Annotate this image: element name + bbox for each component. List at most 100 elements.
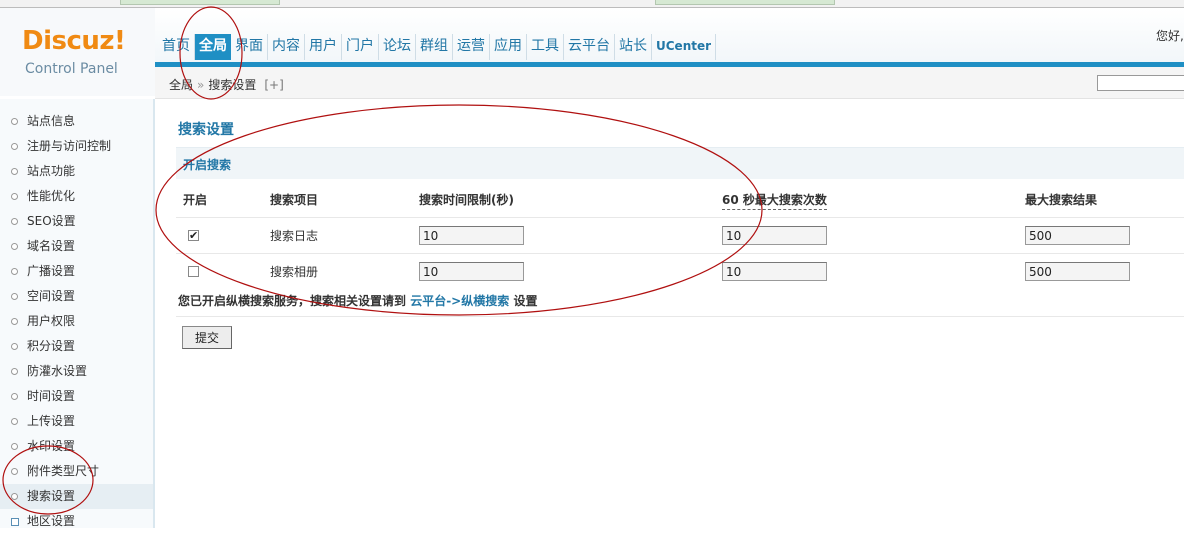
max-results-input[interactable] (1025, 226, 1130, 245)
column-header-time-limit: 搜索时间限制(秒) (419, 193, 514, 207)
sidebar-item-seo[interactable]: SEO设置 (0, 209, 153, 234)
row-divider (176, 253, 1184, 254)
bullet-icon (11, 318, 18, 325)
sidebar-item-watermark[interactable]: 水印设置 (0, 434, 153, 459)
time-limit-input[interactable] (419, 226, 524, 245)
max-results-input[interactable] (1025, 262, 1130, 281)
max-count-input[interactable] (722, 262, 827, 281)
nav-global[interactable]: 全局 (195, 34, 231, 60)
logo-brand: Discuz! (22, 26, 126, 56)
sidebar-item-label: 站点功能 (27, 164, 76, 178)
notice-suffix: 设置 (513, 294, 538, 308)
row-divider (176, 316, 1184, 317)
sidebar-item-label: 积分设置 (27, 339, 76, 353)
sidebar-item-time[interactable]: 时间设置 (0, 384, 153, 409)
sidebar-item-search[interactable]: 搜索设置 (0, 484, 153, 509)
browser-tab[interactable] (655, 0, 835, 5)
sidebar-item-domain[interactable]: 域名设置 (0, 234, 153, 259)
bullet-icon (11, 293, 18, 300)
nav-ucenter[interactable]: UCenter (652, 34, 717, 60)
sidebar-item-permissions[interactable]: 用户权限 (0, 309, 153, 334)
row-enabled-checkbox[interactable]: ✔ (188, 230, 199, 241)
nav-forum[interactable]: 论坛 (379, 34, 416, 60)
sidebar-item-space[interactable]: 空间设置 (0, 284, 153, 309)
time-limit-input[interactable] (419, 262, 524, 281)
nav-users[interactable]: 用户 (305, 34, 342, 60)
bullet-icon (11, 268, 18, 275)
sidebar-item-label: 用户权限 (27, 314, 76, 328)
column-header-max-results: 最大搜索结果 (1025, 193, 1098, 207)
nav-cloud[interactable]: 云平台 (564, 34, 615, 60)
nav-content[interactable]: 内容 (268, 34, 305, 60)
bullet-icon (11, 468, 18, 475)
sidebar-item-label: 防灌水设置 (27, 364, 88, 378)
nav-operations[interactable]: 运营 (453, 34, 490, 60)
browser-tab-strip (0, 0, 1184, 8)
nav-home[interactable]: 首页 (158, 34, 195, 60)
external-link-icon (11, 518, 19, 526)
page-title: 搜索设置 (178, 122, 234, 138)
column-header-item: 搜索项目 (270, 193, 319, 207)
bullet-icon (11, 368, 18, 375)
sidebar-item-credits[interactable]: 积分设置 (0, 334, 153, 359)
nav-webmaster[interactable]: 站长 (615, 34, 652, 60)
bullet-icon (11, 493, 18, 500)
sidebar: 站点信息 注册与访问控制 站点功能 性能优化 SEO设置 域名设置 广播设置 空… (0, 99, 155, 528)
sidebar-item-performance[interactable]: 性能优化 (0, 184, 153, 209)
bullet-icon (11, 443, 18, 450)
sidebar-item-label: 附件类型尺寸 (27, 464, 100, 478)
bullet-icon (11, 168, 18, 175)
breadcrumb-parent[interactable]: 全局 (169, 78, 193, 92)
sidebar-item-label: 上传设置 (27, 414, 76, 428)
row-divider (176, 217, 1184, 218)
sidebar-item-antispam[interactable]: 防灌水设置 (0, 359, 153, 384)
bullet-icon (11, 193, 18, 200)
cloud-search-link[interactable]: 云平台->纵横搜索 (410, 294, 509, 308)
sidebar-item-attachment-types[interactable]: 附件类型尺寸 (0, 459, 153, 484)
search-item-name: 搜索相册 (270, 265, 319, 279)
column-header-enabled: 开启 (183, 193, 208, 207)
sidebar-item-label: 站点信息 (27, 114, 76, 128)
menu-search-input[interactable] (1097, 75, 1184, 91)
sidebar-item-region[interactable]: 地区设置 (0, 509, 153, 534)
nav-apps[interactable]: 应用 (490, 34, 527, 60)
sidebar-item-site-features[interactable]: 站点功能 (0, 159, 153, 184)
sidebar-item-label: 搜索设置 (27, 489, 76, 503)
sidebar-item-label: SEO设置 (27, 214, 76, 228)
main-nav: 首页 全局 界面 内容 用户 门户 论坛 群组 运营 应用 工具 云平台 站长 … (158, 34, 717, 60)
breadcrumb-current: 搜索设置 (208, 78, 257, 92)
max-count-input[interactable] (722, 226, 827, 245)
submit-button[interactable]: 提交 (182, 326, 232, 349)
bullet-icon (11, 418, 18, 425)
nav-groups[interactable]: 群组 (416, 34, 453, 60)
sidebar-item-registration[interactable]: 注册与访问控制 (0, 134, 153, 159)
bullet-icon (11, 118, 18, 125)
sidebar-item-label: 地区设置 (27, 514, 76, 528)
sidebar-item-label: 注册与访问控制 (27, 139, 112, 153)
nav-tools[interactable]: 工具 (527, 34, 564, 60)
row-enabled-checkbox[interactable] (188, 266, 199, 277)
column-header-max-count[interactable]: 60 秒最大搜索次数 (722, 191, 827, 210)
add-shortcut-button[interactable]: [+] (264, 78, 283, 92)
nav-portal[interactable]: 门户 (342, 34, 379, 60)
nav-interface[interactable]: 界面 (231, 34, 268, 60)
sidebar-item-upload[interactable]: 上传设置 (0, 409, 153, 434)
breadcrumb: 全局 » 搜索设置 [+] (169, 76, 284, 93)
section-title: 开启搜索 (183, 158, 232, 172)
sidebar-item-label: 时间设置 (27, 389, 76, 403)
cloud-search-notice: 您已开启纵横搜索服务，搜索相关设置请到 云平台->纵横搜索 设置 (178, 292, 537, 309)
browser-tab[interactable] (120, 0, 280, 5)
main-content: 搜索设置 开启搜索 开启 搜索项目 搜索时间限制(秒) 60 秒最大搜索次数 最… (157, 99, 1184, 528)
logo-subtitle: Control Panel (25, 61, 118, 77)
sidebar-item-label: 广播设置 (27, 264, 76, 278)
section-header: 开启搜索 (176, 147, 1184, 179)
sidebar-item-label: 性能优化 (27, 189, 76, 203)
sidebar-item-label: 水印设置 (27, 439, 76, 453)
notice-text: 您已开启纵横搜索服务，搜索相关设置请到 (178, 294, 407, 308)
bullet-icon (11, 343, 18, 350)
sidebar-item-broadcast[interactable]: 广播设置 (0, 259, 153, 284)
bullet-icon (11, 218, 18, 225)
bullet-icon (11, 393, 18, 400)
logo[interactable]: Discuz! Control Panel (0, 8, 155, 96)
sidebar-item-site-info[interactable]: 站点信息 (0, 109, 153, 134)
